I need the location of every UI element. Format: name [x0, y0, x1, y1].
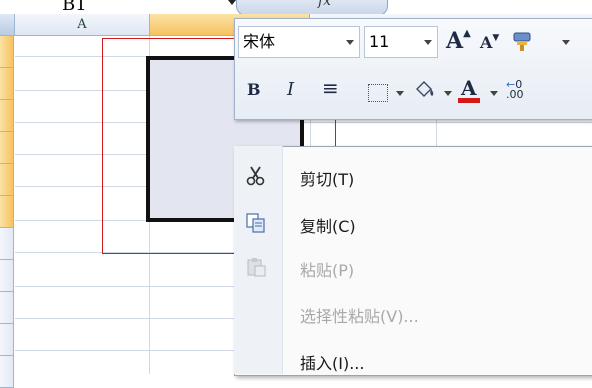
- row-header[interactable]: [0, 260, 14, 292]
- context-menu: [234, 146, 592, 376]
- scissors-icon: [244, 165, 268, 187]
- row-header[interactable]: [0, 68, 14, 100]
- paste-icon: [244, 256, 268, 278]
- fill-color-icon[interactable]: [412, 79, 438, 103]
- name-box-dropdown-icon[interactable]: [228, 0, 236, 5]
- fill-color-dropdown-icon[interactable]: [444, 91, 452, 96]
- row-header[interactable]: [0, 228, 14, 260]
- format-painter-icon[interactable]: [512, 30, 534, 52]
- column-header-a[interactable]: A: [15, 14, 150, 35]
- row-header[interactable]: [0, 164, 14, 196]
- font-color-swatch: [458, 98, 480, 103]
- font-name-value: 宋体: [243, 32, 276, 51]
- font-color-dropdown-icon[interactable]: [490, 91, 498, 96]
- shrink-font-icon[interactable]: A▼: [480, 33, 499, 52]
- menu-item-paste-special[interactable]: 选择性粘贴(V)...: [300, 303, 419, 327]
- increase-decimal-icon[interactable]: ←0.00: [506, 79, 524, 100]
- row-header[interactable]: [0, 100, 14, 132]
- font-size-dropdown-icon[interactable]: [424, 40, 432, 45]
- row-header[interactable]: [0, 196, 14, 228]
- italic-button[interactable]: I: [287, 79, 294, 100]
- row-header[interactable]: [0, 292, 14, 324]
- font-size-value: 11: [369, 32, 390, 51]
- bold-button[interactable]: B: [247, 80, 261, 99]
- copy-icon: [244, 212, 268, 234]
- menu-item-insert[interactable]: 插入(I)...: [300, 350, 364, 374]
- font-name-dropdown-icon[interactable]: [346, 40, 354, 45]
- borders-icon[interactable]: [368, 84, 388, 102]
- name-box[interactable]: B1: [62, 0, 87, 15]
- align-center-button[interactable]: ≡: [322, 76, 339, 100]
- font-color-icon: A: [461, 76, 477, 100]
- menu-item-paste[interactable]: 粘贴(P): [300, 257, 354, 281]
- row-header[interactable]: [0, 36, 14, 68]
- fx-icon: fx: [318, 0, 332, 9]
- row-header[interactable]: [0, 132, 14, 164]
- menu-item-copy[interactable]: 复制(C): [300, 213, 356, 237]
- grow-font-icon[interactable]: A▲: [446, 28, 471, 54]
- font-name-dropdown[interactable]: 宋体: [238, 26, 360, 58]
- row-header[interactable]: [0, 356, 14, 388]
- select-all-corner[interactable]: [0, 14, 15, 35]
- menu-item-cut[interactable]: 剪切(T): [300, 166, 354, 190]
- row-header[interactable]: [0, 324, 14, 356]
- borders-dropdown-icon[interactable]: [396, 91, 404, 96]
- more-dropdown-icon[interactable]: [562, 40, 570, 45]
- font-color-button[interactable]: A: [458, 76, 480, 104]
